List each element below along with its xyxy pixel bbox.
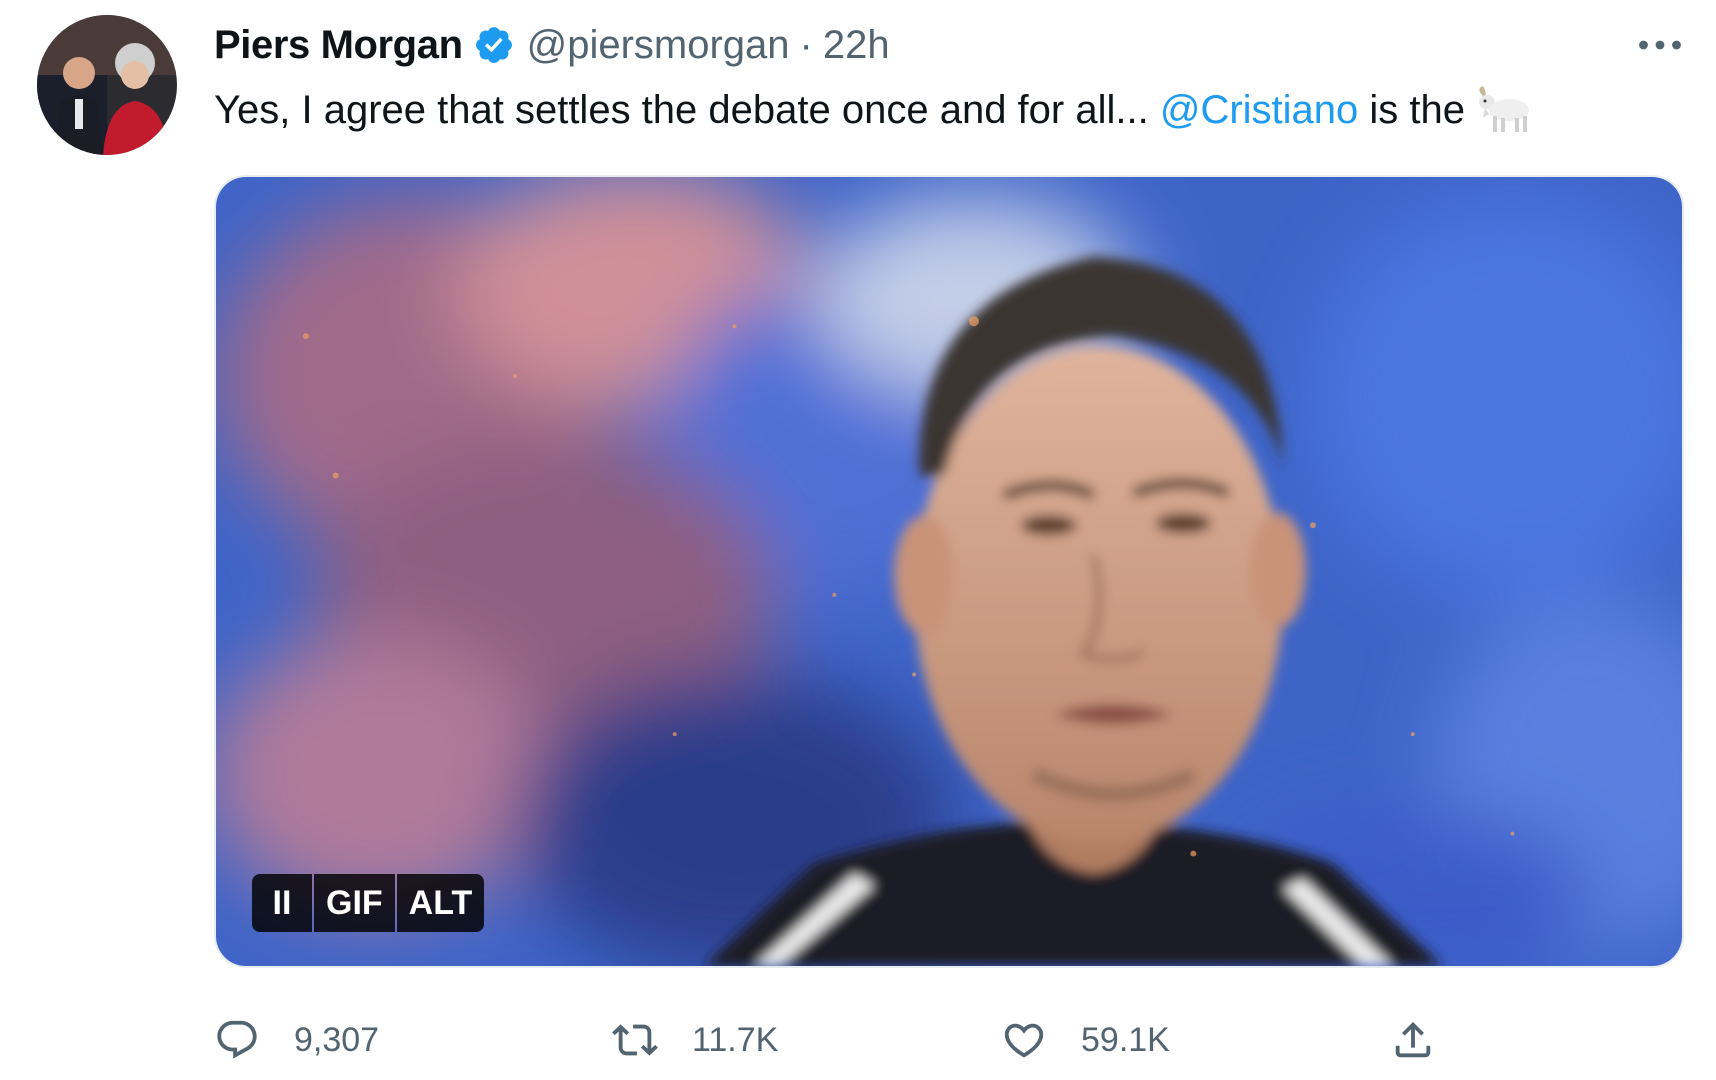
retweet-icon bbox=[612, 1024, 658, 1056]
alt-text-button[interactable]: ALT bbox=[396, 874, 485, 932]
tweet-actions: 9,307 11.7K 59.1K bbox=[214, 1010, 1514, 1070]
reply-icon bbox=[217, 1020, 257, 1059]
media-badges: II GIF ALT bbox=[252, 874, 485, 932]
heart-icon bbox=[1004, 1023, 1044, 1058]
tweet-header: Piers Morgan @piersmorgan · 22h bbox=[214, 20, 890, 70]
tweet-timestamp[interactable]: 22h bbox=[823, 23, 890, 68]
avatar[interactable] bbox=[37, 15, 177, 155]
like-button[interactable]: 59.1K bbox=[1001, 1010, 1170, 1070]
pause-button[interactable]: II bbox=[252, 874, 312, 932]
reply-count: 9,307 bbox=[294, 1020, 380, 1059]
retweet-count: 11.7K bbox=[692, 1020, 779, 1059]
gif-media[interactable]: II GIF ALT bbox=[214, 175, 1684, 968]
gif-frame-image bbox=[216, 177, 1682, 966]
avatar-image bbox=[37, 15, 177, 155]
retweet-button[interactable]: 11.7K bbox=[612, 1010, 778, 1070]
author-display-name[interactable]: Piers Morgan bbox=[214, 23, 463, 68]
reply-button[interactable]: 9,307 bbox=[214, 1010, 379, 1070]
like-count: 59.1K bbox=[1081, 1020, 1170, 1059]
goat-emoji-icon bbox=[1475, 84, 1533, 136]
tweet-text-after: is the bbox=[1369, 88, 1466, 132]
tweet-text-before: Yes, I agree that settles the debate onc… bbox=[214, 88, 1149, 132]
share-icon bbox=[1395, 1021, 1431, 1058]
mention-link[interactable]: @Cristiano bbox=[1160, 78, 1358, 142]
more-options-button[interactable] bbox=[1630, 20, 1690, 70]
verified-badge-icon bbox=[473, 24, 515, 66]
gif-badge: GIF bbox=[314, 874, 395, 932]
tweet-text: Yes, I agree that settles the debate onc… bbox=[214, 78, 1533, 142]
tweet[interactable]: Piers Morgan @piersmorgan · 22h Yes, I a… bbox=[0, 0, 1716, 1080]
header-separator: · bbox=[799, 22, 813, 67]
author-handle[interactable]: @piersmorgan bbox=[527, 23, 790, 68]
more-dots-icon bbox=[1639, 40, 1681, 50]
share-button[interactable] bbox=[1390, 1010, 1436, 1070]
